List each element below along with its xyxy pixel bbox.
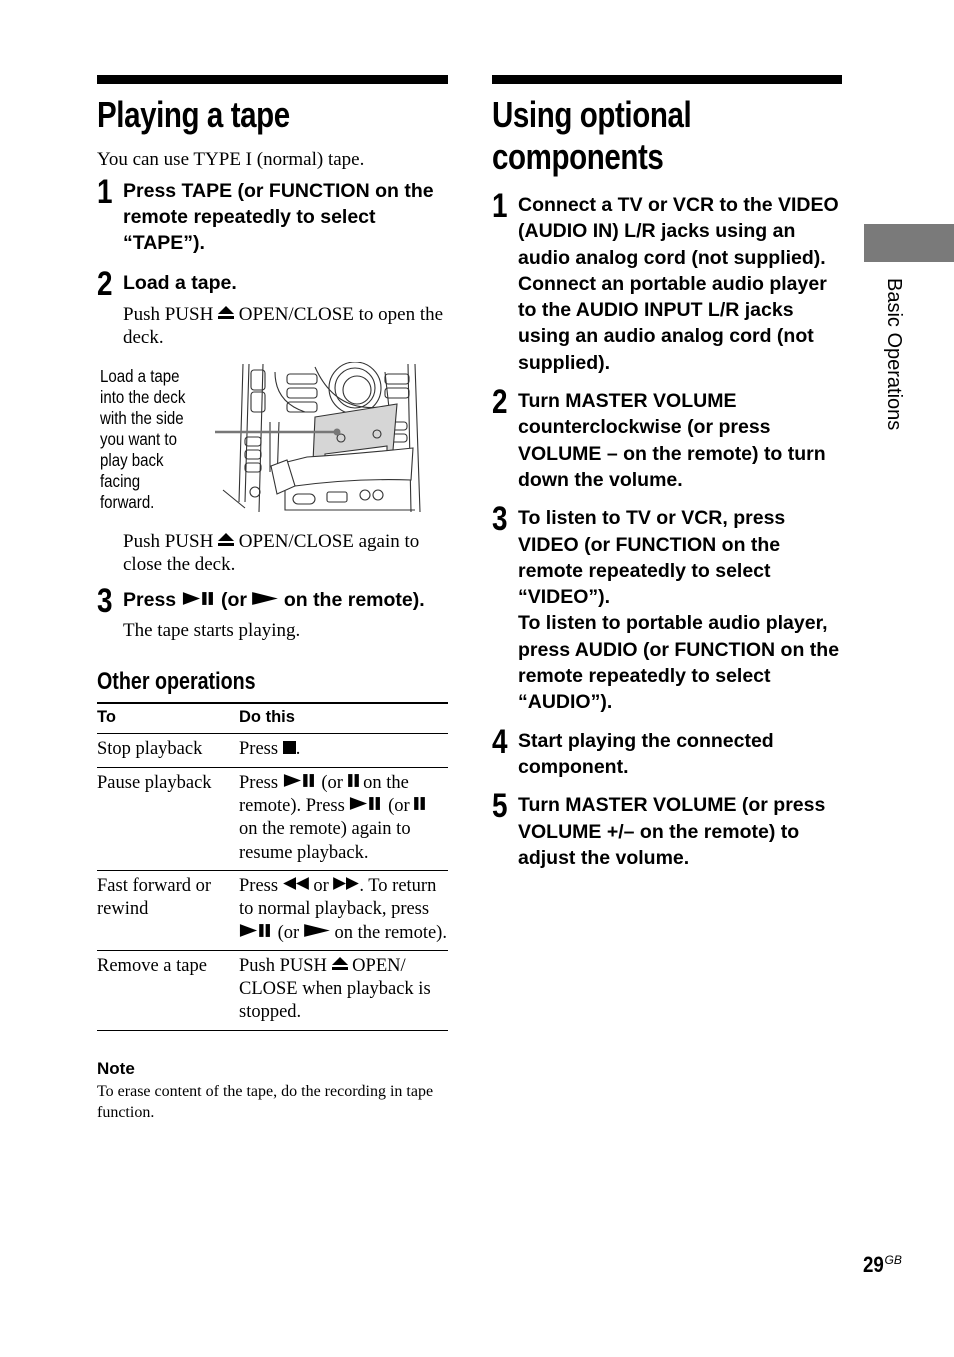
fast-forward-icon <box>333 876 359 891</box>
chapter-tab-label: Basic Operations <box>883 278 905 431</box>
step-body: Push PUSH OPEN/CLOSE again to close the … <box>123 530 448 577</box>
play-icon <box>304 923 330 938</box>
text: Press <box>239 875 283 896</box>
step-title: Press TAPE (or FUNCTION on the remote re… <box>123 179 434 255</box>
text: Push PUSH <box>239 955 332 976</box>
column-header: To <box>97 708 116 727</box>
step-5: 5 Turn MASTER VOLUME (or press VOLUME +/… <box>492 787 842 871</box>
table-row: Stop playback Press . <box>97 734 448 768</box>
step-number: 1 <box>492 187 508 225</box>
step-title: Turn MASTER VOLUME counterclockwise (or … <box>518 390 826 491</box>
section-rule <box>492 75 842 84</box>
eject-icon <box>332 957 348 971</box>
other-operations-table: To Do this Stop playback Press . Pause p… <box>97 702 448 1031</box>
cell-do: Press or . To return to normal playback,… <box>239 870 448 950</box>
step-2: 2 Load a tape. Push PUSH OPEN/CLOSE to o… <box>97 265 448 577</box>
text: Press <box>123 588 182 611</box>
section-title-line: Using optional <box>492 94 692 135</box>
cell-to: Fast forward or rewind <box>97 875 212 920</box>
section-title-line: components <box>492 136 664 177</box>
eject-icon <box>218 306 234 320</box>
step-title: Press (or on the remote). <box>123 587 448 613</box>
eject-icon <box>218 533 234 547</box>
step-title: Connect a TV or VCR to the VIDEO (AUDIO … <box>518 194 839 269</box>
section-using-optional-components: Using optional components 1 Connect a TV… <box>492 75 842 871</box>
text: Push PUSH <box>123 303 219 325</box>
pause-icon <box>414 796 425 811</box>
cell-do: Press (or on the remote). Press (or on t… <box>239 767 448 870</box>
table-row: Fast forward or rewind Press or . To ret… <box>97 870 448 951</box>
figure-caption: Load a tape into the deck with the side … <box>100 365 186 512</box>
step-1: 1 Press TAPE (or FUNCTION on the remote … <box>97 172 448 257</box>
table-row: Remove a tape Push PUSH OPEN/ CLOSE when… <box>97 950 448 1031</box>
step-1: 1 Connect a TV or VCR to the VIDEO (AUDI… <box>492 187 842 376</box>
step-body: The tape starts playing. <box>123 619 301 641</box>
stop-icon <box>283 741 296 754</box>
other-operations-heading: Other operations <box>97 668 256 696</box>
section-playing-a-tape: Playing a tape You can use TYPE I (norma… <box>97 75 448 1124</box>
section-title: Playing a tape <box>97 94 290 135</box>
pause-icon <box>348 773 359 788</box>
section-rule <box>97 75 448 84</box>
chapter-tab <box>864 224 954 262</box>
step-number: 2 <box>97 265 113 304</box>
play-icon <box>252 591 278 606</box>
step-title: Turn MASTER VOLUME (or press VOLUME +/– … <box>518 794 826 869</box>
intro-text: You can use TYPE I (normal) tape. <box>97 149 365 170</box>
text: (or <box>215 588 253 611</box>
step-number: 1 <box>97 172 113 211</box>
step-number: 5 <box>492 787 508 826</box>
play-pause-icon <box>182 591 216 606</box>
section-title: Using optional components <box>492 94 779 178</box>
page-number-suffix: GB <box>884 1253 902 1267</box>
step-title: To listen to portable audio player, pres… <box>518 612 840 714</box>
table-header-row: To Do this <box>97 703 448 734</box>
text: Press <box>239 772 283 793</box>
play-pause-icon <box>239 923 273 938</box>
step-body: Push PUSH OPEN/CLOSE to open the deck. <box>123 303 448 350</box>
cell-do: Push PUSH OPEN/ CLOSE when playback is s… <box>239 950 448 1030</box>
step-number: 4 <box>492 722 508 761</box>
cell-do: Press . <box>239 734 448 767</box>
step-title: Connect an portable audio player to the … <box>518 272 827 374</box>
tape-deck-figure: Load a tape into the deck with the side … <box>97 361 448 522</box>
text: Press <box>239 739 283 760</box>
note-body: To erase content of the tape, do the rec… <box>97 1082 434 1122</box>
text: on the remote) again to resume playback. <box>239 819 411 863</box>
play-pause-icon <box>349 796 383 811</box>
cell-to: Stop playback <box>97 739 203 760</box>
text: on the remote). <box>329 922 447 943</box>
step-3: 3 Press (or on the remote). The tape sta… <box>97 581 448 643</box>
step-2: 2 Turn MASTER VOLUME counterclockwise (o… <box>492 383 842 493</box>
cell-to: Remove a tape <box>97 955 207 976</box>
text: (or <box>383 796 415 817</box>
page-number: 29GB <box>863 1252 905 1278</box>
text: (or <box>316 772 348 793</box>
text: on the remote). <box>278 588 425 611</box>
rewind-icon <box>283 876 309 891</box>
text: (or <box>273 922 304 943</box>
text: . <box>295 739 301 760</box>
step-number: 3 <box>97 581 113 620</box>
step-number: 2 <box>492 383 508 422</box>
step-title: To listen to TV or VCR, press VIDEO (or … <box>518 507 786 609</box>
step-title: Start playing the connected component. <box>518 729 774 778</box>
note-heading: Note <box>97 1058 135 1078</box>
column-header: Do this <box>239 708 295 727</box>
step-3: 3 To listen to TV or VCR, press VIDEO (o… <box>492 500 842 715</box>
cell-to: Pause playback <box>97 772 212 793</box>
step-number: 3 <box>492 500 508 539</box>
step-4: 4 Start playing the connected component. <box>492 722 842 781</box>
table-row: Pause playback Press (or on the remote).… <box>97 767 448 871</box>
text: or <box>308 875 334 896</box>
text: Push PUSH <box>123 530 219 552</box>
stereo-deck-illustration <box>215 361 421 512</box>
page-number-value: 29 <box>863 1252 884 1277</box>
play-pause-icon <box>283 773 317 788</box>
step-title: Load a tape. <box>123 272 237 295</box>
